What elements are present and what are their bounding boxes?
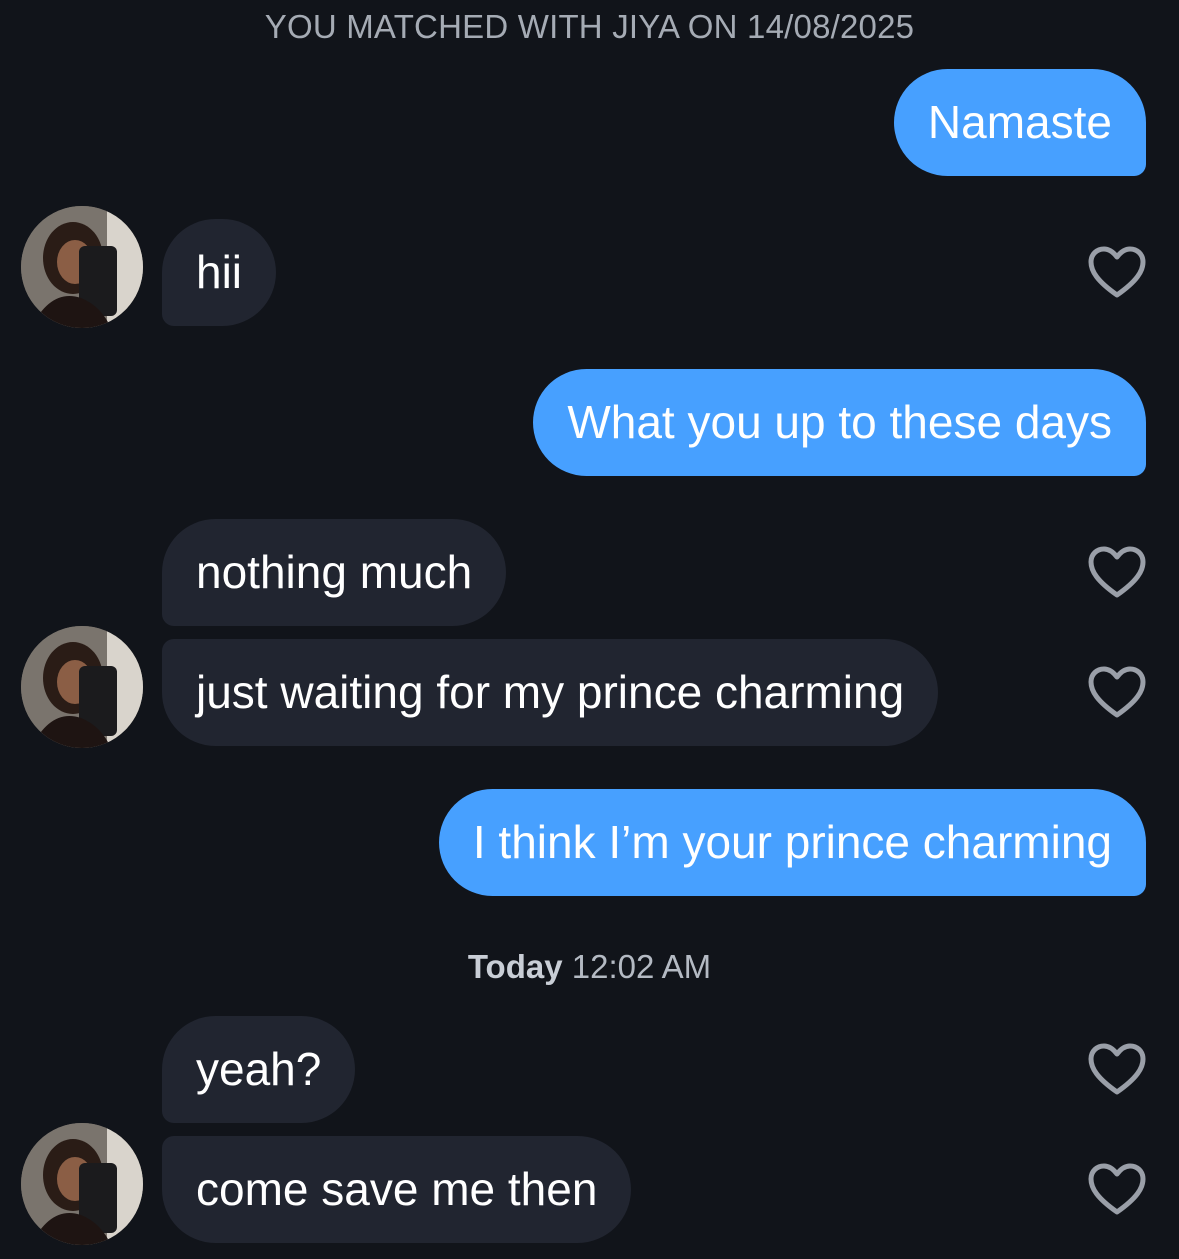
- message-outgoing[interactable]: What you up to these days: [533, 369, 1146, 476]
- timestamp-day: Today: [467, 948, 563, 985]
- message-incoming[interactable]: hii: [162, 219, 277, 326]
- timestamp-divider: Today 12:02 AM: [0, 948, 1179, 986]
- message-outgoing[interactable]: Namaste: [893, 69, 1146, 176]
- match-avatar[interactable]: [21, 206, 143, 328]
- message-incoming[interactable]: come save me then: [162, 1136, 632, 1243]
- heart-icon[interactable]: [1087, 245, 1147, 299]
- match-banner: YOU MATCHED WITH JIYA ON 14/08/2025: [264, 8, 915, 45]
- heart-icon[interactable]: [1087, 1042, 1147, 1096]
- message-incoming[interactable]: nothing much: [162, 519, 507, 626]
- heart-icon[interactable]: [1087, 1162, 1147, 1216]
- heart-icon[interactable]: [1087, 545, 1147, 599]
- heart-icon[interactable]: [1087, 665, 1147, 719]
- message-outgoing[interactable]: I think I’m your prince charming: [438, 789, 1146, 896]
- chat-thread: YOU MATCHED WITH JIYA ON 14/08/2025 Nama…: [0, 0, 1179, 1259]
- match-avatar[interactable]: [21, 1123, 143, 1245]
- match-avatar[interactable]: [21, 626, 143, 748]
- timestamp-time: 12:02 AM: [571, 948, 712, 985]
- message-incoming[interactable]: just waiting for my prince charming: [162, 639, 939, 746]
- message-incoming[interactable]: yeah?: [162, 1016, 356, 1123]
